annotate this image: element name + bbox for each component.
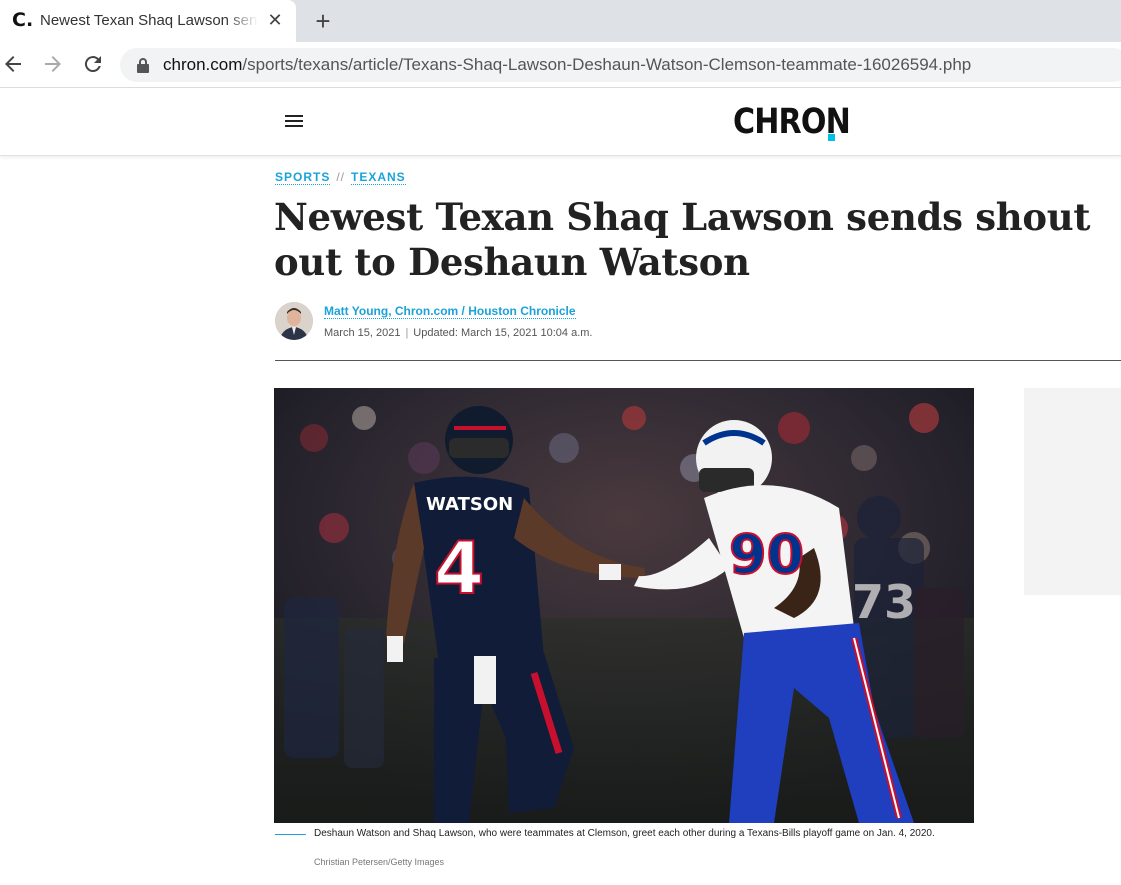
author-link[interactable]: Matt Young, Chron.com / Houston Chronicl… (324, 304, 576, 319)
background-jersey-number: 73 (852, 575, 916, 629)
url-path: /sports/texans/article/Texans-Shaq-Lawso… (242, 55, 972, 74)
favicon-letter: C. (12, 9, 34, 31)
author-name[interactable]: Matt Young, Chron.com / Houston Chronicl… (324, 304, 576, 319)
browser-toolbar: chron.com/sports/texans/article/Texans-S… (0, 42, 1121, 88)
breadcrumb-separator: // (336, 170, 346, 184)
article-photo[interactable]: 73 WATSON 4 90 (274, 388, 974, 823)
published-date: March 15, 2021 (324, 327, 401, 339)
address-bar[interactable]: chron.com/sports/texans/article/Texans-S… (120, 48, 1121, 82)
chron-favicon-icon: C. (12, 9, 34, 31)
browser-tab[interactable]: C. Newest Texan Shaq Lawson sends shout … (0, 0, 296, 42)
article-dates: March 15, 2021 | Updated: March 15, 2021 1… (324, 327, 592, 339)
byline-divider (275, 360, 1121, 361)
site-header: CHRON (0, 89, 1121, 156)
jersey-number-lawson: 90 (729, 523, 804, 586)
new-tab-button[interactable]: + (311, 7, 335, 35)
article-headline: Newest Texan Shaq Lawson sends shout out… (274, 195, 1091, 284)
lock-icon[interactable] (136, 57, 150, 73)
forward-arrow-icon[interactable] (41, 52, 65, 76)
tab-title: Newest Texan Shaq Lawson sends shout out… (40, 12, 258, 29)
author-avatar[interactable] (275, 302, 313, 340)
breadcrumb-texans[interactable]: TEXANS (351, 170, 406, 185)
jersey-number-watson: 4 (434, 526, 484, 610)
photo-credit: Christian Petersen/Getty Images (314, 857, 445, 867)
url-host: chron.com (163, 55, 243, 74)
url-text: chron.com/sports/texans/article/Texans-S… (163, 55, 971, 75)
menu-icon[interactable] (285, 115, 303, 129)
breadcrumb-sports[interactable]: SPORTS (275, 170, 331, 185)
advertisement-placeholder (1024, 388, 1121, 595)
jersey-name-watson: WATSON (426, 494, 513, 515)
caption-accent-line (275, 834, 306, 835)
reload-icon[interactable] (81, 52, 105, 76)
browser-tab-strip: C. Newest Texan Shaq Lawson sends shout … (0, 0, 1121, 42)
updated-date: Updated: March 15, 2021 10:04 a.m. (413, 327, 593, 339)
tab-close-icon[interactable]: ✕ (266, 10, 284, 30)
photo-caption: Deshaun Watson and Shaq Lawson, who were… (314, 828, 935, 839)
section-breadcrumb: SPORTS // TEXANS (275, 170, 406, 185)
back-arrow-icon[interactable] (1, 52, 25, 76)
logo-accent-dot (828, 134, 835, 141)
date-separator: | (405, 327, 409, 339)
